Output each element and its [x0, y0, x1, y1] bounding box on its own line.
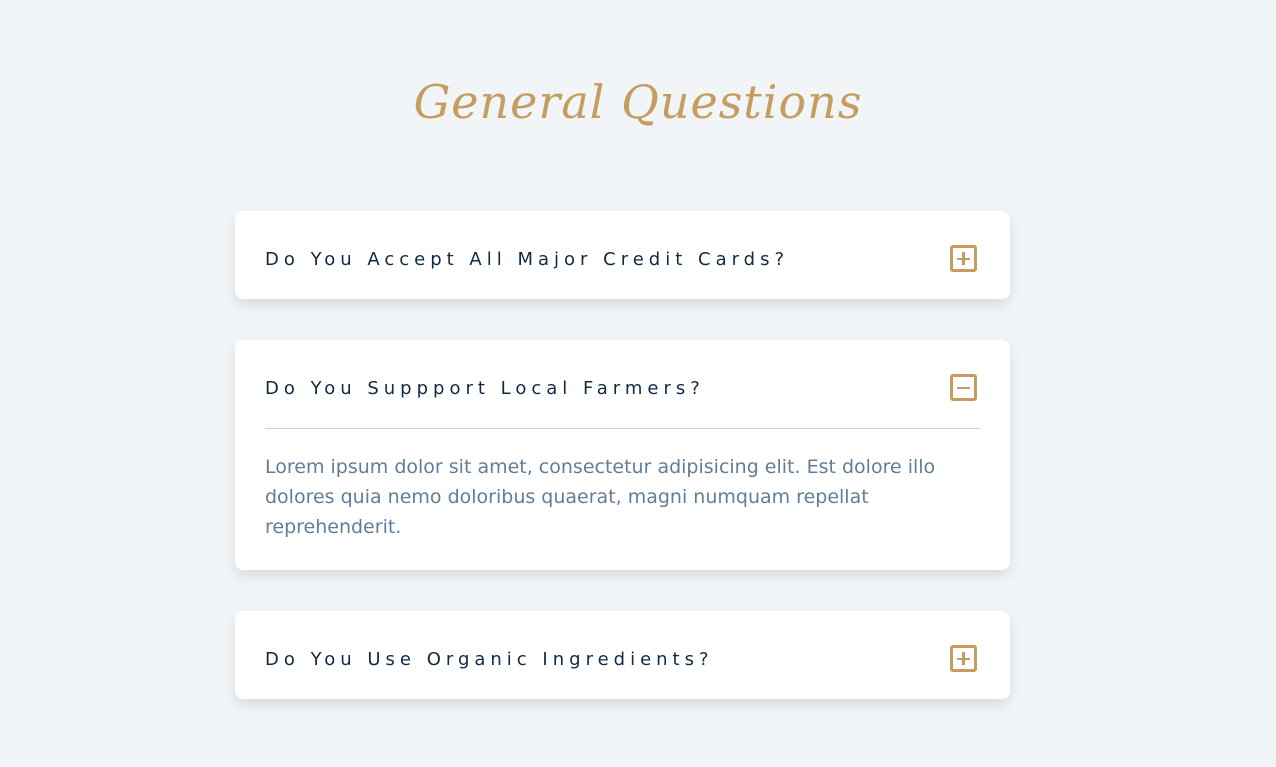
- faq-question: Do You Use Organic Ingredients?: [265, 649, 714, 670]
- faq-header[interactable]: Do You Use Organic Ingredients?: [235, 611, 1010, 699]
- faq-question: Do You Accept All Major Credit Cards?: [265, 249, 790, 270]
- faq-question: Do You Suppport Local Farmers?: [265, 378, 705, 399]
- faq-item-credit-cards: Do You Accept All Major Credit Cards?: [235, 211, 1010, 299]
- expand-toggle-button[interactable]: [950, 245, 977, 272]
- faq-divider: [265, 428, 980, 429]
- faq-header[interactable]: Do You Suppport Local Farmers?: [235, 340, 1010, 428]
- collapse-toggle-button[interactable]: [950, 374, 977, 401]
- faq-item-organic-ingredients: Do You Use Organic Ingredients?: [235, 611, 1010, 699]
- faq-answer: Lorem ipsum dolor sit amet, consectetur …: [265, 456, 936, 538]
- faq-header[interactable]: Do You Accept All Major Credit Cards?: [235, 211, 1010, 299]
- expand-toggle-button[interactable]: [950, 645, 977, 672]
- faq-item-local-farmers: Do You Suppport Local Farmers? Lorem ips…: [235, 340, 1010, 570]
- page-title: General Questions: [413, 75, 863, 129]
